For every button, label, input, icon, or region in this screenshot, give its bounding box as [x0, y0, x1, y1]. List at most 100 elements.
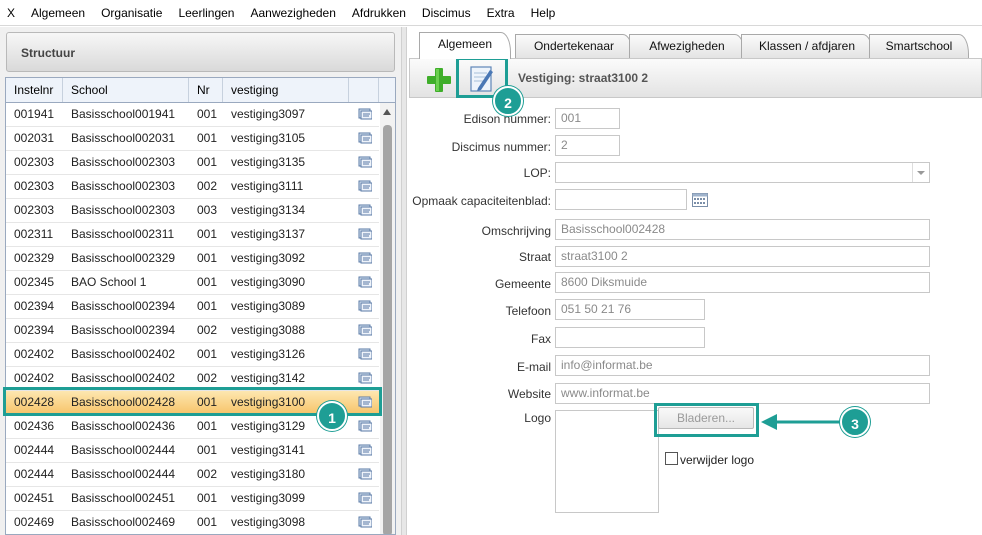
- cell-instelnr: 002394: [14, 299, 55, 313]
- cell-vestiging: vestiging3092: [231, 251, 306, 265]
- cell-instelnr: 002345: [14, 275, 55, 289]
- column-header-vestiging[interactable]: vestiging: [223, 78, 349, 102]
- table-row[interactable]: 002444 Basisschool002444 002 vestiging3180: [6, 463, 379, 487]
- row-detail-icon[interactable]: [358, 252, 372, 264]
- cell-vestiging: vestiging3105: [231, 131, 306, 145]
- tab-smartschool[interactable]: Smartschool: [869, 34, 969, 58]
- table-row[interactable]: 002394 Basisschool002394 002 vestiging3088: [6, 319, 379, 343]
- cell-instelnr: 002303: [14, 203, 55, 217]
- cell-vestiging: vestiging3098: [231, 515, 306, 529]
- menu-organisatie[interactable]: Organisatie: [93, 6, 170, 20]
- menu-extra[interactable]: Extra: [479, 6, 523, 20]
- table-row[interactable]: 002303 Basisschool002303 001 vestiging3135: [6, 151, 379, 175]
- table-row[interactable]: 002444 Basisschool002444 001 vestiging3141: [6, 439, 379, 463]
- row-detail-icon[interactable]: [358, 156, 372, 168]
- email-field[interactable]: info@informat.be: [555, 355, 930, 376]
- fax-field[interactable]: [555, 327, 705, 348]
- column-header-instelnr[interactable]: Instelnr: [6, 78, 63, 102]
- table-row[interactable]: 002303 Basisschool002303 003 vestiging3134: [6, 199, 379, 223]
- menu-afdrukken[interactable]: Afdrukken: [344, 6, 414, 20]
- lop-dropdown[interactable]: [555, 162, 930, 183]
- row-detail-icon[interactable]: [358, 300, 372, 312]
- row-detail-icon[interactable]: [358, 132, 372, 144]
- cell-instelnr: 001941: [14, 107, 55, 121]
- logo-preview: [555, 410, 659, 513]
- cell-school: Basisschool002303: [71, 155, 176, 169]
- column-header-nr[interactable]: Nr: [189, 78, 223, 102]
- table-row[interactable]: 002469 Basisschool002469 001 vestiging3098: [6, 511, 379, 534]
- cell-instelnr: 002469: [14, 515, 55, 529]
- cell-school: Basisschool002031: [71, 131, 176, 145]
- cell-nr: 001: [197, 419, 218, 433]
- vertical-scrollbar[interactable]: [380, 103, 395, 534]
- cell-instelnr: 002394: [14, 323, 55, 337]
- straat-field[interactable]: straat3100 2: [555, 246, 930, 267]
- scroll-thumb[interactable]: [383, 125, 392, 534]
- cell-instelnr: 002436: [14, 419, 55, 433]
- discimus-label: Discimus nummer:: [451, 140, 551, 154]
- gemeente-field[interactable]: 8600 Diksmuide: [555, 272, 930, 293]
- left-panel: Structuur Instelnr School Nr vestiging 0…: [0, 27, 401, 535]
- cell-school: Basisschool002303: [71, 203, 176, 217]
- tab-afwezigheden[interactable]: Afwezigheden: [629, 34, 745, 58]
- calendar-icon[interactable]: [692, 193, 708, 207]
- row-detail-icon[interactable]: [358, 324, 372, 336]
- row-detail-icon[interactable]: [358, 492, 372, 504]
- menu-leerlingen[interactable]: Leerlingen: [170, 6, 242, 20]
- menu-bar: X Algemeen Organisatie Leerlingen Aanwez…: [0, 0, 982, 26]
- row-detail-icon[interactable]: [358, 420, 372, 432]
- cell-school: Basisschool002469: [71, 515, 176, 529]
- opmaak-field[interactable]: [555, 189, 687, 210]
- edison-field[interactable]: 001: [555, 108, 620, 129]
- tab-klassen-afdjaren[interactable]: Klassen / afdjaren: [741, 34, 873, 58]
- menu-algemeen[interactable]: Algemeen: [23, 6, 93, 20]
- row-detail-icon[interactable]: [358, 108, 372, 120]
- omschrijving-label: Omschrijving: [481, 224, 551, 238]
- tab-strip: Ondertekenaar Afwezigheden Klassen / afd…: [407, 32, 982, 59]
- cell-nr: 001: [197, 275, 218, 289]
- cell-school: Basisschool002303: [71, 179, 176, 193]
- chevron-down-icon[interactable]: [912, 163, 929, 182]
- table-row[interactable]: 002345 BAO School 1 001 vestiging3090: [6, 271, 379, 295]
- menu-help[interactable]: Help: [523, 6, 564, 20]
- cell-instelnr: 002444: [14, 467, 55, 481]
- verwijder-logo-checkbox[interactable]: [665, 452, 678, 465]
- row-detail-icon[interactable]: [358, 468, 372, 480]
- cell-school: Basisschool002329: [71, 251, 176, 265]
- row-detail-icon[interactable]: [358, 228, 372, 240]
- row-detail-icon[interactable]: [358, 444, 372, 456]
- scroll-up-icon[interactable]: [383, 109, 391, 115]
- table-row[interactable]: 002303 Basisschool002303 002 vestiging3111: [6, 175, 379, 199]
- tab-algemeen[interactable]: Algemeen: [419, 32, 511, 59]
- table-row[interactable]: 002394 Basisschool002394 001 vestiging3089: [6, 295, 379, 319]
- row-detail-icon[interactable]: [358, 180, 372, 192]
- cell-school: Basisschool002451: [71, 491, 176, 505]
- discimus-field[interactable]: 2: [555, 135, 620, 156]
- table-row[interactable]: 002402 Basisschool002402 001 vestiging3126: [6, 343, 379, 367]
- website-field[interactable]: www.informat.be: [555, 383, 930, 404]
- table-row[interactable]: 001941 Basisschool001941 001 vestiging3097: [6, 103, 379, 127]
- menu-discimus[interactable]: Discimus: [414, 6, 479, 20]
- tab-ondertekenaar[interactable]: Ondertekenaar: [515, 34, 633, 58]
- row-detail-icon[interactable]: [358, 276, 372, 288]
- structuur-button[interactable]: Structuur: [6, 32, 395, 72]
- menu-close[interactable]: X: [0, 6, 23, 20]
- add-icon[interactable]: [424, 65, 454, 95]
- cell-instelnr: 002303: [14, 155, 55, 169]
- table-row[interactable]: 002451 Basisschool002451 001 vestiging3099: [6, 487, 379, 511]
- table-row[interactable]: 002031 Basisschool002031 001 vestiging3105: [6, 127, 379, 151]
- edison-label: Edison nummer:: [463, 112, 551, 126]
- table-row[interactable]: 002311 Basisschool002311 001 vestiging3137: [6, 223, 379, 247]
- menu-aanwezigheden[interactable]: Aanwezigheden: [242, 6, 343, 20]
- row-detail-icon[interactable]: [358, 348, 372, 360]
- row-detail-icon[interactable]: [358, 516, 372, 528]
- table-row[interactable]: 002329 Basisschool002329 001 vestiging3092: [6, 247, 379, 271]
- omschrijving-field[interactable]: Basisschool002428: [555, 219, 930, 240]
- row-detail-icon[interactable]: [358, 372, 372, 384]
- cell-vestiging: vestiging3126: [231, 347, 306, 361]
- column-header-school[interactable]: School: [63, 78, 189, 102]
- row-detail-icon[interactable]: [358, 204, 372, 216]
- step-badge-3: 3: [840, 407, 870, 437]
- telefoon-field[interactable]: 051 50 21 76: [555, 299, 705, 320]
- cell-nr: 002: [197, 179, 218, 193]
